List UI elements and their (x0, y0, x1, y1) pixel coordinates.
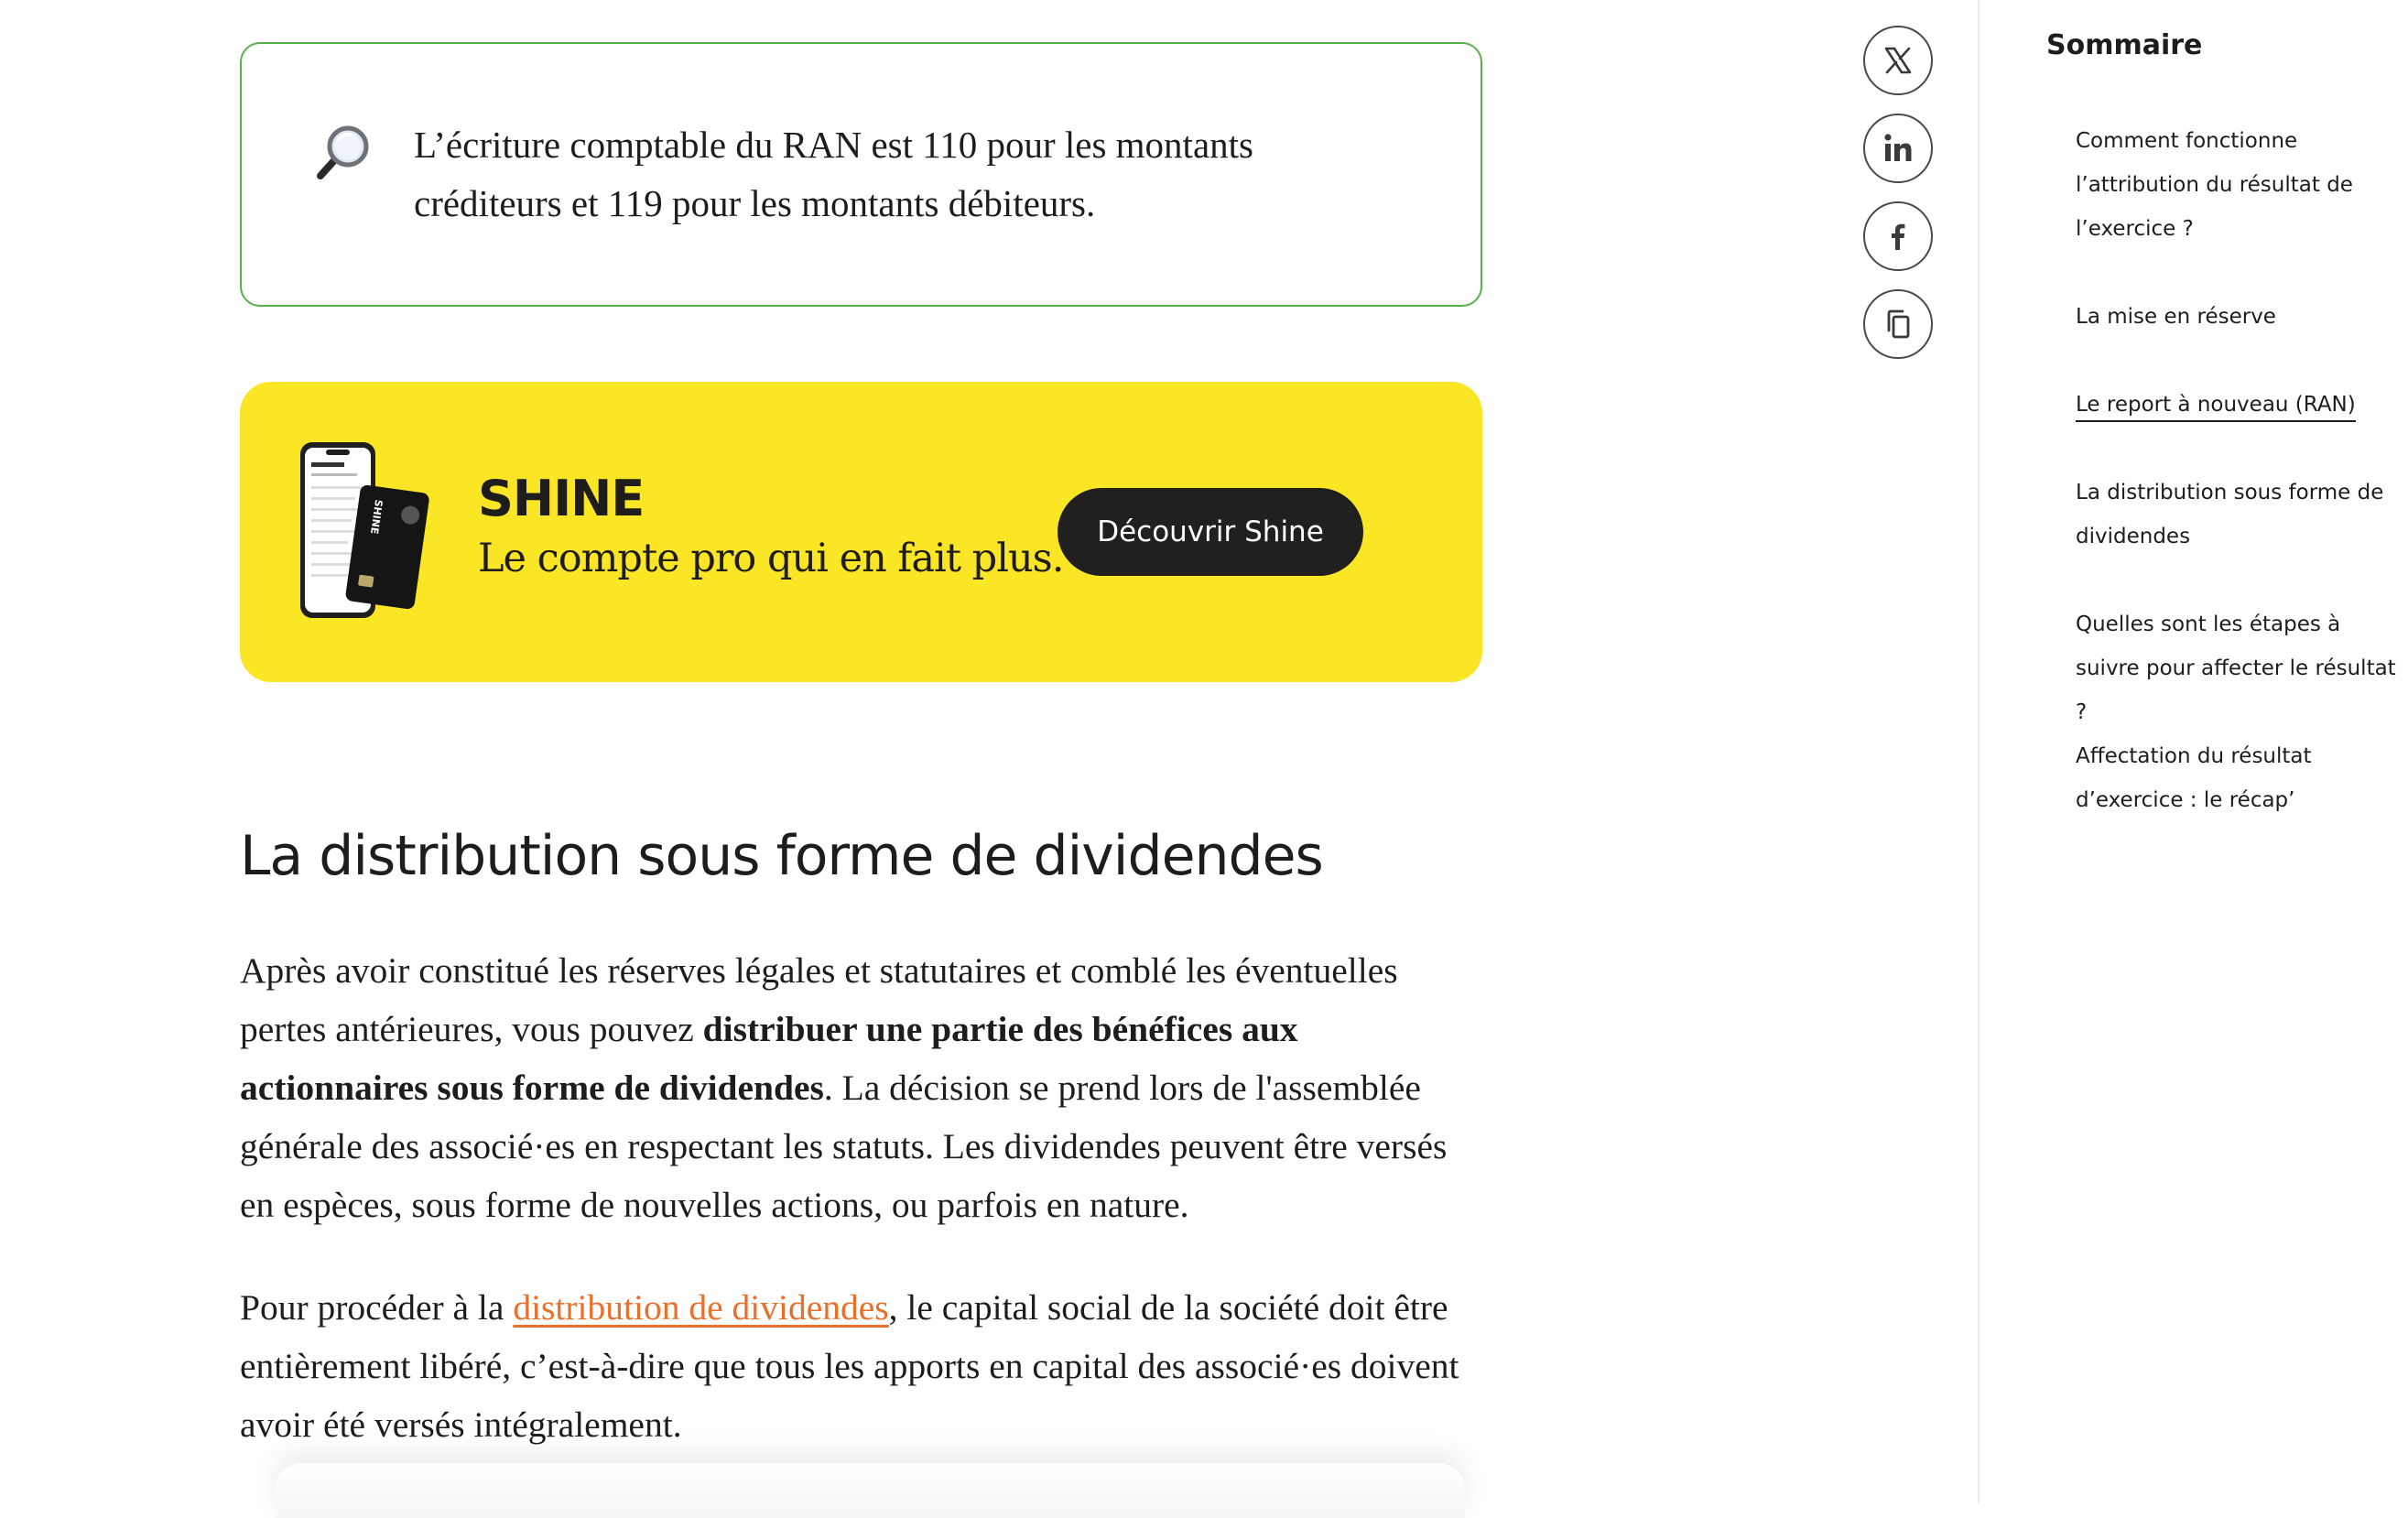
bottom-card-edge (275, 1463, 1465, 1518)
toc-item-label: Quelles sont les étapes à suivre pour af… (2076, 613, 2396, 724)
paragraph-capital: Pour procéder à la distribution de divid… (240, 1278, 1485, 1454)
phone-and-card-image: SHINE (293, 440, 430, 623)
toc-item-label: La distribution sous forme de dividendes (2076, 481, 2384, 548)
share-x-button[interactable] (1863, 26, 1933, 95)
toc-item-report-a-nouveau[interactable]: Le report à nouveau (RAN) (2076, 383, 2405, 427)
dividend-distribution-link[interactable]: distribution de dividendes (513, 1287, 888, 1328)
linkedin-icon (1884, 134, 1912, 161)
toc-divider (1978, 0, 1980, 1503)
share-facebook-button[interactable] (1863, 201, 1933, 271)
paragraph-text: Pour procéder à la (240, 1287, 514, 1328)
toc-item-etapes[interactable]: Quelles sont les étapes à suivre pour af… (2076, 602, 2405, 734)
toc-item-label: Comment fonctionne l’attribution du résu… (2076, 129, 2353, 241)
copy-link-button[interactable] (1863, 289, 1933, 359)
toc-title: Sommaire (2046, 29, 2203, 61)
toc-item-attribution[interactable]: Comment fonctionne l’attribution du résu… (2076, 119, 2405, 251)
section-heading: La distribution sous forme de dividendes (240, 824, 1324, 888)
toc-item-label: Le report à nouveau (RAN) (2076, 393, 2356, 422)
discover-shine-button[interactable]: Découvrir Shine (1058, 488, 1363, 576)
promo-tagline: Le compte pro qui en fait plus. (478, 536, 1064, 581)
facebook-icon (1892, 223, 1905, 250)
toc-item-label: La mise en réserve (2076, 305, 2276, 329)
share-linkedin-button[interactable] (1863, 114, 1933, 183)
info-callout: L’écriture comptable du RAN est 110 pour… (240, 42, 1482, 307)
toc-item-distribution-dividendes[interactable]: La distribution sous forme de dividendes (2076, 471, 2405, 558)
promo-brand: SHINE (478, 470, 645, 527)
callout-text: L’écriture comptable du RAN est 110 pour… (414, 124, 1253, 224)
toc-item-recap[interactable]: Affectation du résultat d’exercice : le … (2076, 734, 2405, 822)
toc-item-mise-en-reserve[interactable]: La mise en réserve (2076, 295, 2405, 339)
x-twitter-icon (1884, 47, 1912, 74)
shine-promo-banner: SHINE SHINE Le compte pro qui en fait pl… (240, 382, 1482, 682)
toc-item-label: Affectation du résultat d’exercice : le … (2076, 744, 2312, 812)
copy-icon (1887, 309, 1910, 339)
paragraph-dividends: Après avoir constitué les réserves légal… (240, 941, 1485, 1234)
magnifying-glass-icon (313, 123, 372, 181)
